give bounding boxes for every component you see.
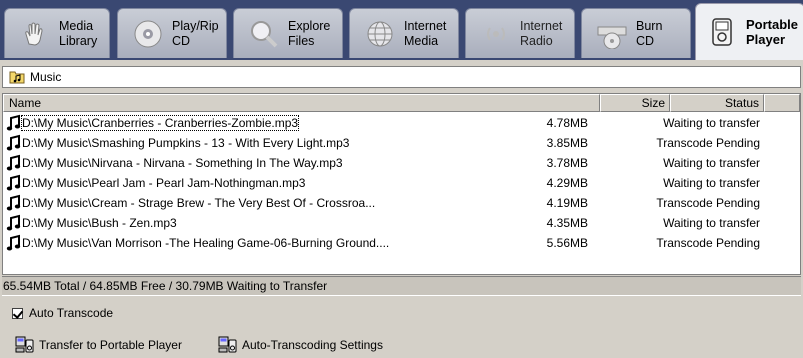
file-size: 5.56MB xyxy=(546,236,588,250)
tab-media-library[interactable]: Media Library xyxy=(4,8,110,58)
globe-icon xyxy=(364,18,396,50)
file-name: D:\My Music\Cranberries - Cranberries-Zo… xyxy=(20,115,300,131)
settings-button-label: Auto-Transcoding Settings xyxy=(242,337,383,352)
transfer-to-portable-button[interactable]: Transfer to Portable Player xyxy=(15,336,182,353)
auto-transcode-checkbox[interactable]: Auto Transcode xyxy=(12,306,113,320)
table-row[interactable]: D:\My Music\Nirvana - Nirvana - Somethin… xyxy=(3,153,800,173)
table-row[interactable]: D:\My Music\Smashing Pumpkins - 13 - Wit… xyxy=(3,133,800,153)
tab-bar: Media Library Play/Rip CD Explore Files Int… xyxy=(0,0,803,60)
tab-burn-cd[interactable]: Burn CD xyxy=(581,8,691,58)
tab-internet-media[interactable]: Internet Media xyxy=(349,8,459,58)
music-note-icon xyxy=(6,234,21,251)
file-name: D:\My Music\Nirvana - Nirvana - Somethin… xyxy=(22,156,343,170)
transfer-status: Waiting to transfer xyxy=(663,176,760,190)
music-note-icon xyxy=(6,154,21,171)
checkbox-box[interactable] xyxy=(12,307,23,319)
music-folder-icon xyxy=(9,71,25,84)
transfer-status: Transcode Pending xyxy=(656,136,760,150)
table-row[interactable]: D:\My Music\Pearl Jam - Pearl Jam-Nothin… xyxy=(3,173,800,193)
table-row[interactable]: D:\My Music\Bush - Zen.mp3 4.35MB Waiting … xyxy=(3,213,800,233)
table-row[interactable]: D:\My Music\Van Morrison -The Healing Ga… xyxy=(3,233,800,253)
music-note-icon xyxy=(6,114,21,131)
transfer-status: Transcode Pending xyxy=(656,236,760,250)
column-header-status[interactable]: Status xyxy=(670,94,764,112)
file-size: 4.35MB xyxy=(546,216,588,230)
folder-label: Music xyxy=(30,70,62,84)
music-note-icon xyxy=(6,214,21,231)
file-size: 4.29MB xyxy=(546,176,588,190)
transfer-button-label: Transfer to Portable Player xyxy=(39,337,182,352)
cd-icon xyxy=(132,18,164,50)
transfer-list[interactable]: Name Size Status D:\My Music\Cranberries… xyxy=(2,93,801,275)
file-name: D:\My Music\Pearl Jam - Pearl Jam-Nothin… xyxy=(22,176,306,190)
file-name: D:\My Music\Smashing Pumpkins - 13 - Wit… xyxy=(22,136,350,150)
table-row[interactable]: D:\My Music\Cream - Strage Brew - The Ve… xyxy=(3,193,800,213)
file-size: 4.78MB xyxy=(546,116,588,130)
tab-play-rip-cd[interactable]: Play/Rip CD xyxy=(117,8,227,58)
file-size: 4.19MB xyxy=(546,196,588,210)
transfer-status: Waiting to transfer xyxy=(663,156,760,170)
tab-explore-files[interactable]: Explore Files xyxy=(233,8,343,58)
burner-icon xyxy=(596,18,628,50)
file-size: 3.85MB xyxy=(546,136,588,150)
music-note-icon xyxy=(6,174,21,191)
file-name: D:\My Music\Van Morrison -The Healing Ga… xyxy=(22,236,390,250)
transfer-status: Waiting to transfer xyxy=(663,216,760,230)
transfer-icon xyxy=(15,336,34,353)
folder-path[interactable]: Music xyxy=(2,66,801,88)
table-row[interactable]: D:\My Music\Cranberries - Cranberries-Zo… xyxy=(3,113,800,133)
auto-transcoding-settings-button[interactable]: Auto-Transcoding Settings xyxy=(218,336,383,353)
magnifier-icon xyxy=(248,18,280,50)
tab-internet-radio[interactable]: Internet Radio xyxy=(465,8,575,58)
file-size: 3.78MB xyxy=(546,156,588,170)
music-note-icon xyxy=(6,194,21,211)
radio-waves-icon xyxy=(480,18,512,50)
settings-icon xyxy=(218,336,237,353)
list-header: Name Size Status xyxy=(3,94,800,112)
tab-portable-player[interactable]: Portable Player xyxy=(695,3,803,60)
file-name: D:\My Music\Cream - Strage Brew - The Ve… xyxy=(22,196,376,210)
hand-icon xyxy=(19,18,51,50)
transfer-status: Transcode Pending xyxy=(656,196,760,210)
portable-player-icon xyxy=(706,16,738,48)
column-header-name[interactable]: Name xyxy=(3,94,600,112)
column-header-filler xyxy=(764,94,800,112)
status-bar: 65.54MB Total / 64.85MB Free / 30.79MB W… xyxy=(2,276,801,296)
column-header-size[interactable]: Size xyxy=(600,94,670,112)
transfer-status: Waiting to transfer xyxy=(663,116,760,130)
file-name: D:\My Music\Bush - Zen.mp3 xyxy=(22,216,177,230)
auto-transcode-label: Auto Transcode xyxy=(29,306,114,320)
music-note-icon xyxy=(6,134,21,151)
